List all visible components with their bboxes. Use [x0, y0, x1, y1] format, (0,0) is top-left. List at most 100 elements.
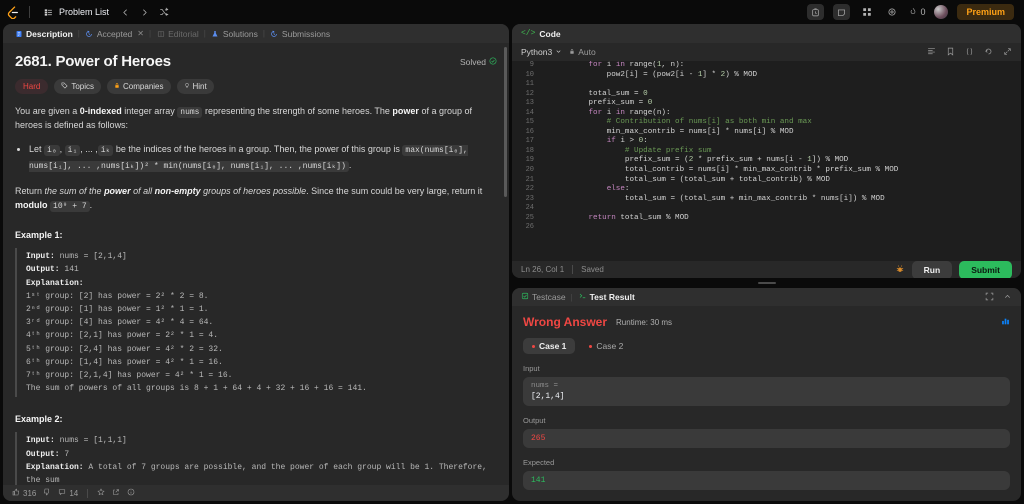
tag-icon — [61, 82, 68, 91]
hint-button[interactable]: Hint — [176, 79, 214, 94]
pane-resize-handle-row[interactable] — [512, 281, 1021, 285]
code-tool-icons — [927, 47, 1012, 58]
star-icon — [97, 488, 105, 498]
dislike-button[interactable] — [43, 488, 51, 498]
close-icon[interactable]: ✕ — [137, 29, 144, 38]
flask-icon — [211, 29, 220, 38]
companies-button[interactable]: Companies — [107, 79, 171, 94]
bug-icon[interactable] — [895, 264, 905, 276]
bar-chart-icon[interactable] — [1001, 317, 1010, 328]
bullet-post: . — [348, 160, 352, 171]
chevron-up-icon[interactable] — [1003, 292, 1012, 303]
divider — [87, 488, 89, 498]
line-number: 13 — [525, 99, 534, 108]
auto-label: Auto — [578, 47, 596, 57]
example-1-input-value: nums = [2,1,4] — [54, 252, 127, 262]
comments-button[interactable]: 14 — [58, 488, 78, 498]
line-number: 17 — [525, 137, 534, 146]
code-editor[interactable]: 9 for i in range(1, n): 10 pow2[i] = (pow… — [512, 61, 1021, 261]
line-number: 24 — [525, 204, 534, 213]
input-box[interactable]: nums = [2,1,4] — [523, 377, 1010, 406]
line-number: 23 — [525, 194, 534, 203]
code-line-text: min_max_contrib = nums[i] * nums[i] % MO… — [552, 127, 794, 136]
tab-submissions[interactable]: Submissions — [265, 24, 335, 43]
expected-value: 141 — [531, 476, 546, 485]
code-line: 17 if i > 0: — [512, 137, 1021, 147]
saved-indicator: Saved — [581, 265, 604, 274]
code-line-text: prefix_sum = 0 — [552, 99, 653, 108]
example-1-line: The sum of powers of all groups is 8 + 1… — [26, 384, 367, 394]
difficulty-badge[interactable]: Hard — [15, 79, 49, 94]
return-italic-1: the sum of the — [44, 185, 105, 196]
description-content[interactable]: 2681. Power of Heroes Solved Hard Topics… — [3, 43, 509, 485]
chevron-left-icon[interactable] — [119, 6, 132, 19]
code-line: 15 # Contribution of nums[i] as both min… — [512, 118, 1021, 128]
bookmark-icon[interactable] — [946, 47, 955, 58]
timer-icon[interactable] — [807, 4, 825, 20]
info-button[interactable] — [127, 488, 135, 498]
submit-button[interactable]: Submit — [959, 260, 1012, 278]
premium-button[interactable]: Premium — [957, 4, 1014, 20]
tab-accepted[interactable]: Accepted ✕ — [80, 24, 149, 43]
example-2-heading: Example 2: — [15, 414, 63, 425]
line-number: 15 — [525, 118, 534, 127]
problem-list-button[interactable]: Problem List — [38, 4, 113, 21]
description-scrollbar[interactable] — [504, 47, 507, 197]
code-line: 21 total_sum = (total_sum + total_contri… — [512, 176, 1021, 186]
run-button[interactable]: Run — [911, 260, 953, 278]
autocomplete-toggle[interactable]: Auto — [569, 47, 596, 57]
line-number: 22 — [525, 185, 534, 194]
reset-icon[interactable] — [984, 47, 993, 58]
list-icon — [42, 6, 55, 19]
tab-test-result[interactable]: Test Result — [578, 292, 635, 302]
code-line: 20 total_contrib = nums[i] * min_max_con… — [512, 166, 1021, 176]
streak-counter[interactable]: 0 — [909, 7, 925, 18]
description-footer: 316 14 — [3, 485, 509, 501]
bullet-pre: Let — [29, 144, 45, 155]
line-number: 16 — [525, 127, 534, 136]
description-tabbar: Description | Accepted ✕ | Editorial | S… — [3, 24, 509, 43]
expand-icon[interactable] — [1003, 47, 1012, 58]
favorite-button[interactable] — [97, 488, 105, 498]
line-number: 18 — [525, 146, 534, 155]
pane-resize-handle[interactable] — [757, 282, 776, 284]
tab-editorial[interactable]: Editorial — [151, 24, 204, 43]
editor-status-bar: Ln 26, Col 1 Saved Run Submit — [512, 260, 1021, 278]
note-icon[interactable] — [833, 4, 851, 20]
fullscreen-icon[interactable] — [985, 292, 994, 303]
problem-meta-chips: Hard Topics Companies Hint — [15, 79, 497, 94]
tab-solutions[interactable]: Solutions — [206, 24, 263, 43]
language-selector[interactable]: Python3 — [521, 47, 562, 57]
apps-grid-icon[interactable] — [859, 4, 875, 20]
like-button[interactable]: 316 — [12, 488, 36, 498]
tab-description[interactable]: Description — [9, 24, 78, 43]
topics-label: Topics — [71, 82, 95, 91]
case-tab-1[interactable]: Case 1 — [523, 338, 576, 354]
shuffle-icon[interactable] — [157, 6, 170, 19]
gear-icon[interactable] — [884, 4, 900, 20]
info-icon — [127, 488, 135, 498]
code-line: 13 prefix_sum = 0 — [512, 99, 1021, 109]
output-label: Output — [523, 416, 546, 425]
return-italic-2: of all — [130, 185, 155, 196]
case-tab-2[interactable]: Case 2 — [580, 338, 632, 354]
tab-testcase[interactable]: Testcase — [521, 292, 566, 302]
test-pane-tabbar: Testcase | Test Result — [512, 288, 1021, 306]
format-icon[interactable] — [927, 47, 936, 58]
avatar[interactable] — [934, 5, 949, 19]
cursor-position: Ln 26, Col 1 — [521, 265, 565, 274]
chevron-right-icon[interactable] — [138, 6, 151, 19]
companies-label: Companies — [123, 82, 164, 91]
code-line: 23 total_sum = (total_sum + min_max_cont… — [512, 195, 1021, 205]
page-title: 2681. Power of Heroes — [15, 53, 171, 70]
code-line: 26 — [512, 223, 1021, 233]
return-paragraph: Return the sum of the power of all non-e… — [15, 185, 497, 213]
comment-icon — [58, 488, 66, 498]
share-button[interactable] — [112, 488, 120, 498]
code-line: 10 pow2[i] = (pow2[i - 1] * 2) % MOD — [512, 71, 1021, 81]
brackets-icon[interactable] — [965, 47, 974, 58]
case-tabs: Case 1 Case 2 — [523, 338, 1010, 354]
leetcode-logo-icon[interactable] — [6, 5, 21, 20]
topics-button[interactable]: Topics — [54, 79, 102, 94]
example-1-output-label: Output: — [26, 265, 60, 275]
